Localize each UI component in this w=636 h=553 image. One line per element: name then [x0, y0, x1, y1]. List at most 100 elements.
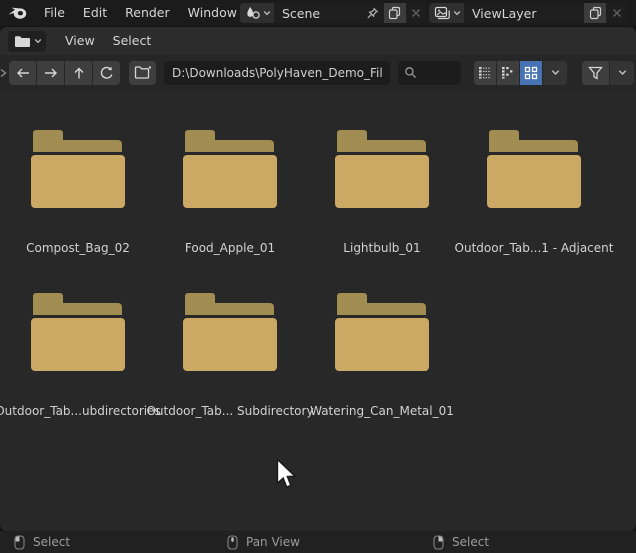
forward-button[interactable]	[37, 61, 64, 85]
list-detail-icon	[501, 66, 515, 79]
scene-name-field[interactable]: Scene	[274, 3, 384, 23]
close-icon	[411, 8, 421, 18]
list-vertical-icon	[478, 66, 492, 79]
file-folder-item[interactable]: Outdoor_Tab...ubdirectories	[2, 293, 154, 418]
expand-region-chevron-icon[interactable]	[0, 68, 9, 78]
chevron-down-icon	[551, 69, 560, 76]
file-name: Watering_Can_Metal_01	[310, 404, 454, 418]
topbar: File Edit Render Window Help Scene	[0, 0, 636, 26]
status-label: Pan View	[246, 535, 300, 549]
file-browser-toolbar	[0, 55, 636, 90]
folder-icon	[183, 130, 277, 208]
new-folder-icon	[134, 65, 152, 80]
chevron-down-icon	[453, 10, 461, 16]
mouse-cursor-icon	[276, 458, 299, 491]
file-name: Compost_Bag_02	[26, 241, 130, 255]
close-icon	[612, 8, 622, 18]
blender-window: File Edit Render Window Help Scene	[0, 0, 636, 553]
menu-render[interactable]: Render	[116, 0, 179, 26]
filter-group	[582, 61, 634, 85]
mouse-left-icon	[14, 535, 25, 550]
file-folder-item[interactable]: Outdoor_Tab... Subdirectory	[154, 293, 306, 418]
filter-settings-dropdown[interactable]	[610, 61, 634, 85]
file-name: Outdoor_Tab...ubdirectories	[0, 404, 161, 418]
folder-icon	[487, 130, 581, 208]
viewlayer-name-field[interactable]: ViewLayer	[464, 3, 584, 23]
menu-window[interactable]: Window	[179, 0, 246, 26]
scene-icon	[245, 6, 261, 20]
menu-file[interactable]: File	[35, 0, 74, 26]
status-hint-select-lmb: Select	[14, 531, 70, 553]
blender-logo-icon[interactable]	[7, 4, 29, 22]
menu-edit[interactable]: Edit	[74, 0, 116, 26]
up-button[interactable]	[65, 61, 92, 85]
search-icon	[404, 66, 417, 79]
status-label: Select	[452, 535, 489, 549]
editor-menus: View Select	[56, 27, 160, 55]
file-name: Lightbulb_01	[343, 241, 420, 255]
menu-view[interactable]: View	[56, 27, 104, 55]
viewlayer-name: ViewLayer	[472, 6, 580, 21]
menu-select[interactable]: Select	[104, 27, 161, 55]
display-list-detail-button[interactable]	[497, 61, 519, 85]
grid-icon	[524, 66, 538, 80]
folder-icon	[14, 35, 31, 48]
refresh-icon	[99, 65, 114, 80]
folder-icon	[31, 293, 125, 371]
create-directory-button[interactable]	[129, 61, 156, 85]
file-folder-item[interactable]: Outdoor_Tab...1 - Adjacent	[458, 130, 610, 255]
back-button[interactable]	[9, 61, 36, 85]
chevron-down-icon	[263, 10, 271, 16]
folder-icon	[183, 293, 277, 371]
status-label: Select	[33, 535, 70, 549]
display-settings-dropdown[interactable]	[543, 61, 567, 85]
copy-icon	[589, 6, 602, 20]
file-browser-header: View Select	[0, 27, 636, 55]
chevron-down-icon	[618, 69, 627, 76]
filter-icon	[588, 66, 603, 80]
arrow-right-icon	[43, 67, 59, 79]
display-list-vertical-button[interactable]	[474, 61, 496, 85]
file-folder-item[interactable]: Food_Apple_01	[154, 130, 306, 255]
scene-unlink-button[interactable]	[406, 3, 426, 23]
scene-copy-button[interactable]	[384, 3, 405, 23]
path-field	[164, 61, 390, 85]
viewlayer-icon	[434, 6, 451, 21]
status-hint-pan-view: Pan View	[227, 531, 300, 553]
viewlayer-browse-button[interactable]	[429, 3, 464, 23]
file-list-area[interactable]: Compost_Bag_02 Food_Apple_01 Lightbulb_0…	[0, 90, 636, 531]
search-input[interactable]	[417, 61, 451, 85]
viewlayer-selector: ViewLayer	[429, 3, 627, 23]
scene-browse-button[interactable]	[240, 3, 274, 23]
copy-icon	[388, 6, 401, 20]
scene-name: Scene	[282, 6, 365, 21]
status-hint-select-rmb: Select	[433, 531, 489, 553]
viewlayer-remove-button[interactable]	[606, 3, 627, 23]
statusbar: Select Pan View Select	[0, 531, 636, 553]
file-name: Outdoor_Tab...1 - Adjacent	[455, 241, 614, 255]
folder-icon	[335, 293, 429, 371]
file-browser-editor: View Select	[0, 27, 636, 531]
file-folder-item[interactable]: Watering_Can_Metal_01	[306, 293, 458, 418]
navigation-button-group	[9, 61, 120, 85]
file-name: Outdoor_Tab... Subdirectory	[146, 404, 313, 418]
mouse-middle-icon	[227, 535, 238, 550]
pin-icon[interactable]	[365, 6, 380, 21]
display-mode-group	[474, 61, 567, 85]
refresh-button[interactable]	[93, 61, 120, 85]
arrow-left-icon	[15, 67, 31, 79]
display-thumbnail-button[interactable]	[520, 61, 542, 85]
folder-icon	[31, 130, 125, 208]
file-folder-item[interactable]: Lightbulb_01	[306, 130, 458, 255]
file-name: Food_Apple_01	[185, 241, 275, 255]
arrow-up-icon	[72, 66, 86, 80]
viewlayer-copy-button[interactable]	[584, 3, 606, 23]
filter-button[interactable]	[582, 61, 609, 85]
scene-selector: Scene	[240, 3, 426, 23]
editor-type-button[interactable]	[8, 31, 46, 52]
search-field	[398, 61, 461, 85]
chevron-down-icon	[34, 38, 42, 44]
path-input[interactable]	[164, 61, 390, 85]
mouse-right-icon	[433, 535, 444, 550]
file-folder-item[interactable]: Compost_Bag_02	[2, 130, 154, 255]
